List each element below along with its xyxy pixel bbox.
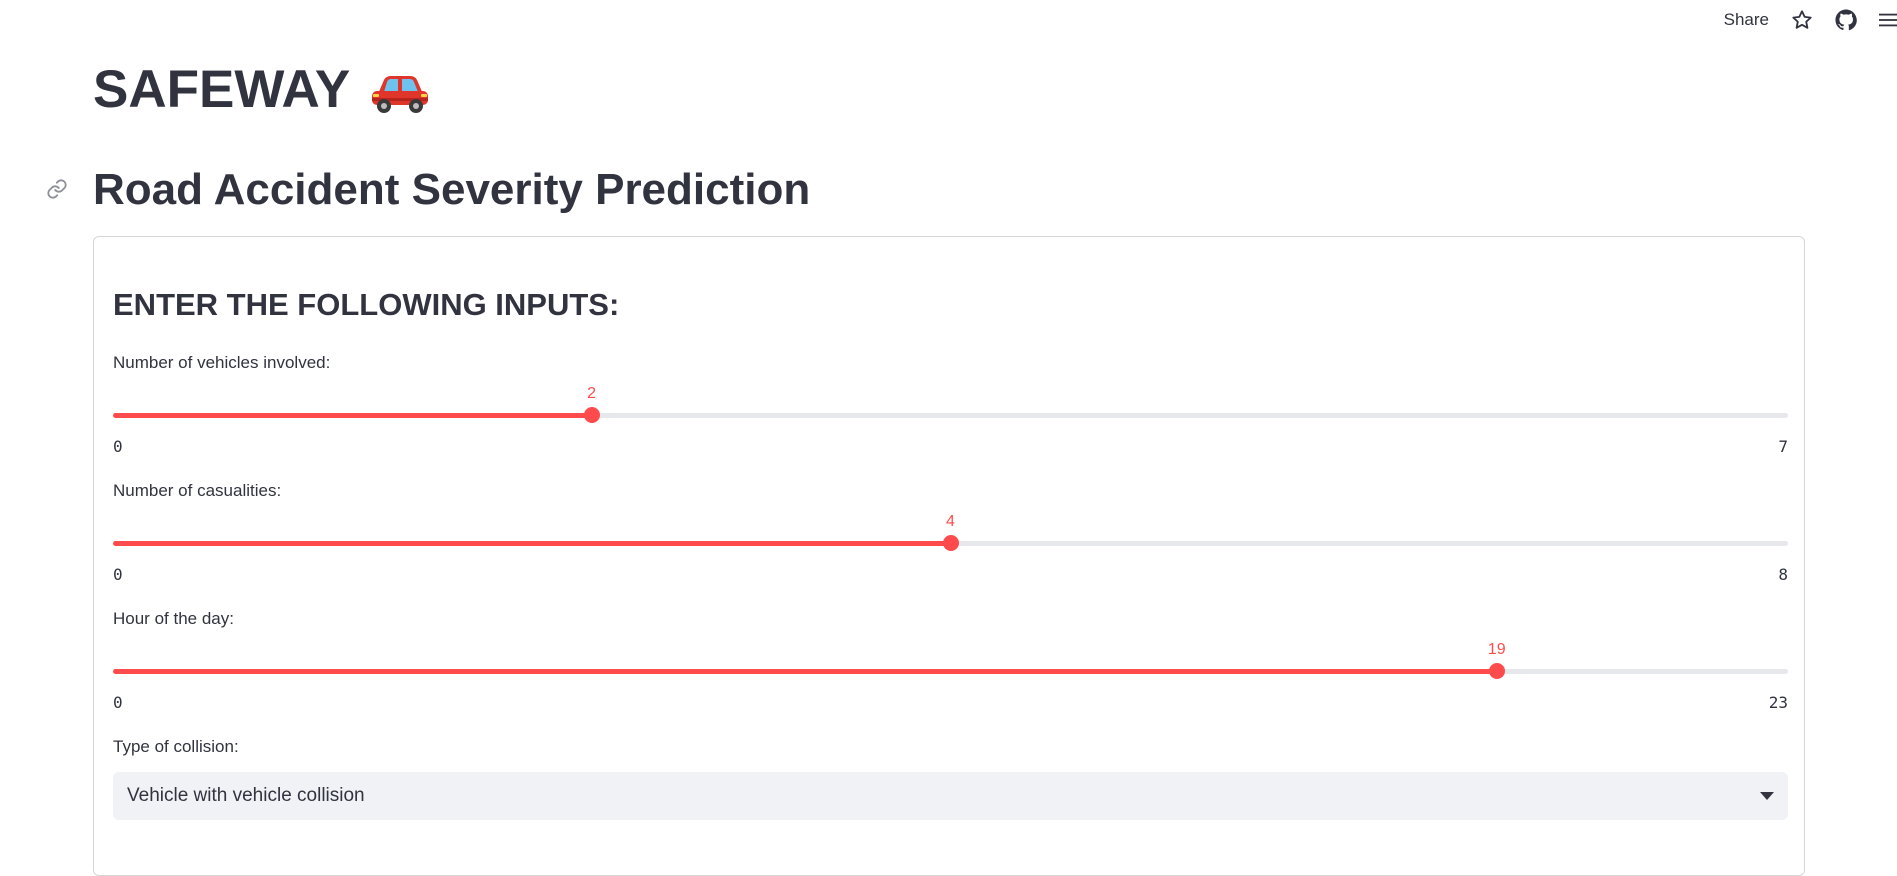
caret-down-icon[interactable] [1760,787,1774,805]
top-toolbar: Share [1724,0,1897,40]
collision-type-value: Vehicle with vehicle collision [127,785,365,806]
slider-value: 4 [946,513,955,530]
collision-type-label: Type of collision: [113,737,239,756]
vehicles-slider[interactable]: 2 0 7 [113,385,1788,456]
slider-min-label: 0 [113,437,123,456]
vehicles-slider-label: Number of vehicles involved: [113,353,331,372]
slider-min-label: 0 [113,693,123,712]
github-icon[interactable] [1835,9,1857,31]
slider-fill [113,669,1497,674]
link-icon[interactable] [46,178,68,200]
slider-fill [113,541,951,546]
hamburger-menu-icon[interactable] [1879,9,1897,31]
casualties-slider-label: Number of casualities: [113,481,282,500]
slider-max-label: 7 [1778,437,1788,456]
slider-min-label: 0 [113,565,123,584]
page-subtitle: Road Accident Severity Prediction [93,165,811,214]
hour-slider-label: Hour of the day: [113,609,234,628]
share-button[interactable]: Share [1724,10,1769,30]
slider-thumb[interactable] [583,407,600,423]
form-heading: ENTER THE FOLLOWING INPUTS: [113,287,620,322]
hour-slider[interactable]: 19 0 23 [113,641,1788,712]
app-title-text: SAFEWAY [93,60,351,119]
slider-fill [113,413,592,418]
app-title: SAFEWAY [93,58,432,122]
slider-thumb[interactable] [942,535,959,551]
slider-value: 19 [1487,641,1506,658]
star-icon[interactable] [1791,9,1813,31]
slider-max-label: 8 [1778,565,1788,584]
collision-type-select[interactable]: Vehicle with vehicle collision [113,772,1788,820]
car-icon [368,67,432,113]
input-form: ENTER THE FOLLOWING INPUTS: Number of ve… [93,236,1805,876]
slider-max-label: 23 [1768,693,1788,712]
casualties-slider[interactable]: 4 0 8 [113,513,1788,584]
slider-thumb[interactable] [1488,663,1505,679]
slider-value: 2 [587,385,597,402]
